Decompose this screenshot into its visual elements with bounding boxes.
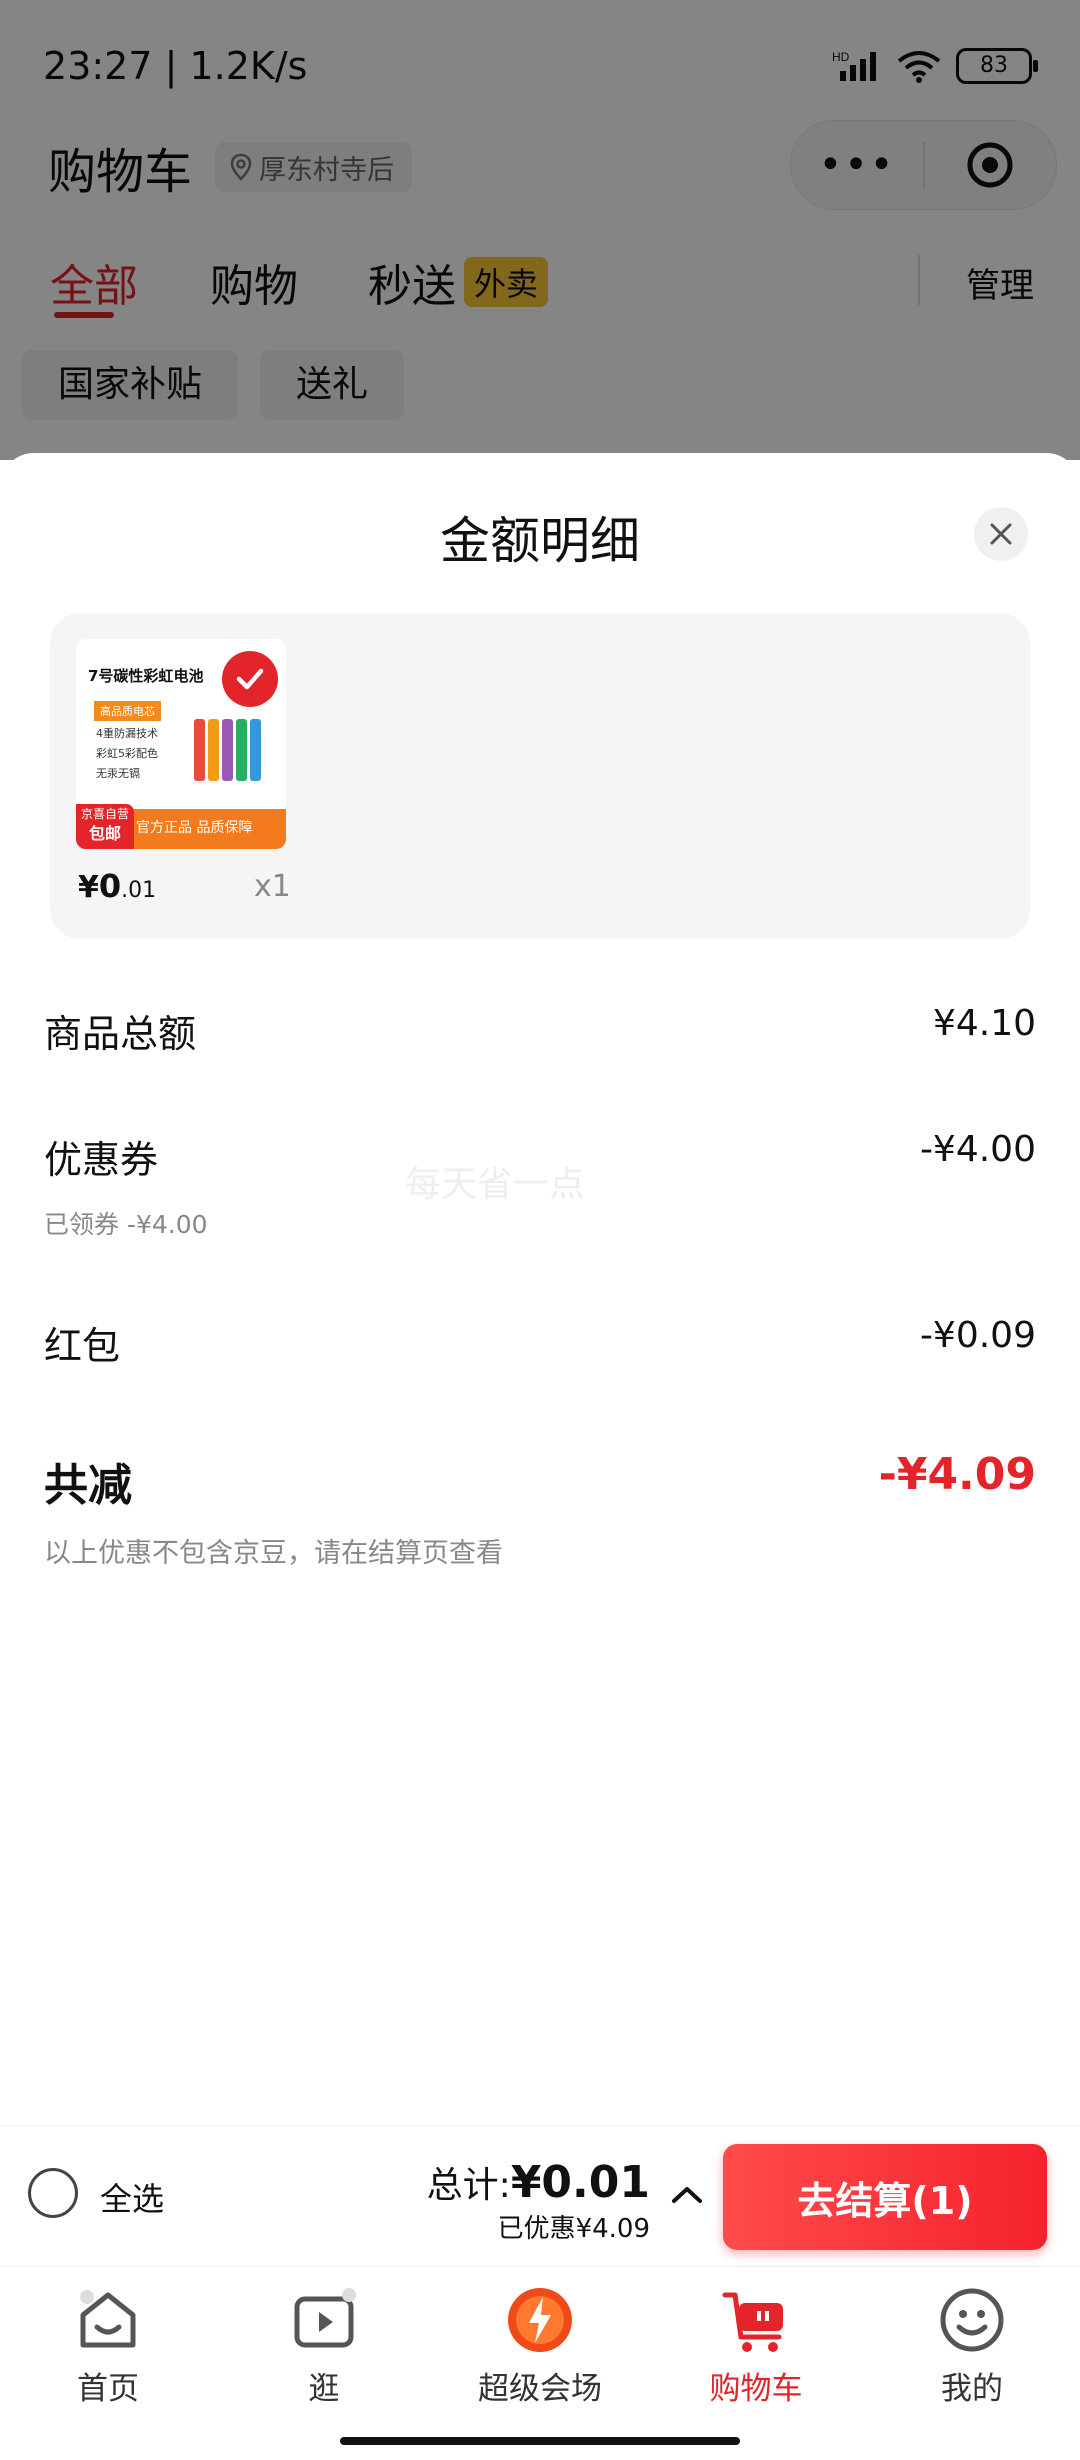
thumb-feature: 4重防漏技术 xyxy=(96,727,158,740)
home-icon xyxy=(80,2290,136,2348)
select-all-label[interactable]: 全选 xyxy=(100,2174,164,2220)
red-packet-label: 红包 xyxy=(44,1324,121,1368)
close-button[interactable] xyxy=(974,507,1028,561)
goods-total-label: 商品总额 xyxy=(44,1012,197,1056)
thumb-title: 7号碳性彩虹电池 xyxy=(88,667,204,685)
nav-item-super-venue[interactable]: 超级会场 xyxy=(432,2267,648,2417)
total-discount-label: 共减 xyxy=(44,1460,132,1511)
total-amount: ¥0.01 xyxy=(510,2157,650,2208)
red-packet-value: -¥0.09 xyxy=(919,1315,1036,1356)
nav-item-home[interactable]: 首页 xyxy=(0,2267,216,2417)
watermark-text: 每天省一点 xyxy=(405,1164,586,1205)
product-card: 7号碳性彩虹电池 高品质电芯 4重防漏技术 彩虹5彩配色 无汞无镉 官方正品 品… xyxy=(50,613,1030,939)
chevron-up-icon[interactable] xyxy=(670,2176,704,2216)
dim-overlay[interactable] xyxy=(0,0,1080,460)
product-quantity: x1 xyxy=(254,869,291,904)
bottom-nav: 首页 逛 超级会场 购物车 我的 xyxy=(0,2266,1080,2417)
profile-smile-icon xyxy=(940,2288,1004,2352)
price-decimal: .01 xyxy=(121,878,157,903)
select-all-radio[interactable] xyxy=(28,2168,78,2218)
nav-label: 逛 xyxy=(308,2371,340,2407)
nav-label: 首页 xyxy=(77,2371,139,2407)
jingxi-badge: 京喜自营 包邮 xyxy=(76,804,134,849)
play-icon xyxy=(294,2288,356,2348)
total-discount-value: -¥4.09 xyxy=(878,1449,1036,1500)
home-indicator xyxy=(340,2437,740,2445)
total-prefix: 总计: xyxy=(426,2165,511,2206)
badge-line: 京喜自营 xyxy=(80,807,129,821)
goods-total-value: ¥4.10 xyxy=(932,1003,1036,1044)
price-integer: 0 xyxy=(98,867,122,905)
checkout-button[interactable]: 去结算(1) xyxy=(723,2144,1047,2250)
product-thumbnail[interactable]: 7号碳性彩虹电池 高品质电芯 4重防漏技术 彩虹5彩配色 无汞无镉 官方正品 品… xyxy=(76,639,286,849)
cart-icon xyxy=(722,2292,783,2352)
nav-item-cart[interactable]: 购物车 xyxy=(648,2267,864,2417)
amount-detail-sheet: 金额明细 7号碳性彩虹电池 高品质电芯 4重防漏技术 彩虹5彩配色 无汞无镉 官… xyxy=(0,453,1080,2125)
nav-label: 超级会场 xyxy=(478,2371,602,2407)
nav-label: 购物车 xyxy=(709,2371,803,2407)
nav-item-browse[interactable]: 逛 xyxy=(216,2267,432,2417)
product-price: ¥0.01 xyxy=(78,867,156,905)
thumb-footer-text: 官方正品 品质保障 xyxy=(136,820,253,836)
thumb-feature: 彩虹5彩配色 xyxy=(96,747,158,760)
selected-check-icon[interactable] xyxy=(222,651,278,707)
checkout-bar: 全选 总计:¥0.01 已优惠¥4.09 去结算(1) xyxy=(0,2125,1080,2266)
close-icon xyxy=(990,523,1012,545)
thumb-tag: 高品质电芯 xyxy=(94,701,161,721)
total-line: 总计:¥0.01 xyxy=(427,2156,650,2208)
badge-line: 包邮 xyxy=(88,824,121,843)
super-venue-icon xyxy=(508,2288,572,2352)
thumb-feature: 无汞无镉 xyxy=(96,767,140,780)
coupon-label: 优惠券 xyxy=(44,1138,159,1182)
saved-amount: 已优惠¥4.09 xyxy=(497,2214,650,2244)
nav-item-profile[interactable]: 我的 xyxy=(864,2267,1080,2417)
discount-disclaimer: 以上优惠不包含京豆，请在结算页查看 xyxy=(44,1538,503,1569)
price-currency: ¥ xyxy=(78,870,99,905)
sheet-title: 金额明细 xyxy=(440,512,640,570)
nav-label: 我的 xyxy=(941,2371,1003,2407)
coupon-value: -¥4.00 xyxy=(919,1129,1036,1170)
coupon-note: 已领券 -¥4.00 xyxy=(44,1210,208,1239)
battery-illustration xyxy=(194,719,261,781)
